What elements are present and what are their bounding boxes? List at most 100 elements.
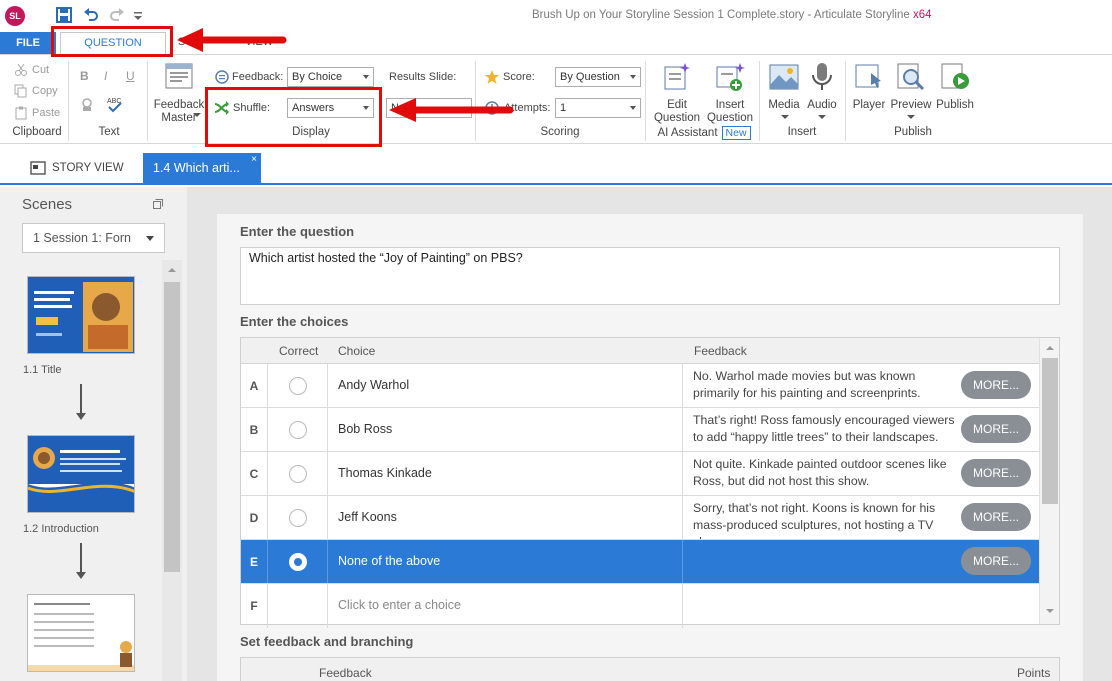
scenes-title: Scenes bbox=[22, 196, 73, 213]
feedback-icon bbox=[215, 70, 229, 84]
choice-text[interactable]: None of the above bbox=[328, 540, 683, 583]
window-title: Brush Up on Your Storyline Session 1 Com… bbox=[532, 9, 932, 21]
choice-letter: A bbox=[241, 364, 268, 407]
header-points: Points bbox=[1017, 666, 1051, 680]
clipboard-group-label: Clipboard bbox=[12, 126, 62, 138]
insert-question-button[interactable]: Insert Question bbox=[704, 61, 756, 125]
scroll-down-icon[interactable] bbox=[1046, 608, 1054, 614]
story-view-label: STORY VIEW bbox=[52, 162, 124, 174]
chevron-down-icon bbox=[630, 106, 636, 110]
choice-text[interactable]: Jeff Koons bbox=[328, 496, 683, 539]
slide-thumbnail[interactable] bbox=[27, 594, 135, 672]
choice-row-c[interactable]: C Thomas Kinkade Not quite. Kinkade pain… bbox=[241, 452, 1039, 496]
text-style-icon[interactable] bbox=[79, 97, 95, 113]
ai-assistant-label: AI Assistant bbox=[657, 127, 718, 139]
copy-button[interactable]: Copy bbox=[14, 84, 58, 98]
choice-row-f[interactable]: F Click to enter a choice bbox=[241, 584, 1039, 628]
choice-row-d[interactable]: D Jeff Koons Sorry, that’s not right. Ko… bbox=[241, 496, 1039, 540]
insert-question-label-2: Question bbox=[706, 112, 754, 124]
scrollbar-thumb[interactable] bbox=[164, 282, 180, 572]
player-button[interactable]: Player bbox=[850, 61, 888, 112]
slide-thumbnail-quiz-image bbox=[28, 595, 134, 671]
choice-text[interactable]: Bob Ross bbox=[328, 408, 683, 451]
choice-row-b[interactable]: B Bob Ross That’s right! Ross famously e… bbox=[241, 408, 1039, 452]
choice-row-e[interactable]: E None of the above MORE... bbox=[241, 540, 1039, 584]
choice-row-a[interactable]: A Andy Warhol No. Warhol made movies but… bbox=[241, 364, 1039, 408]
spell-check-icon[interactable]: ABC bbox=[106, 95, 124, 115]
choice-text[interactable]: Thomas Kinkade bbox=[328, 452, 683, 495]
scrollbar-thumb[interactable] bbox=[1042, 358, 1058, 504]
document-tabs: STORY VIEW 1.4 Which arti... × bbox=[0, 153, 1112, 185]
ribbon-separator bbox=[645, 61, 646, 141]
edit-question-button[interactable]: Edit Question bbox=[651, 61, 703, 125]
slide-label: 1.2 Introduction bbox=[23, 523, 99, 535]
more-button[interactable]: MORE... bbox=[961, 503, 1031, 531]
ribbon-separator bbox=[845, 61, 846, 141]
correct-radio[interactable] bbox=[289, 421, 307, 439]
choices-section-title: Enter the choices bbox=[240, 314, 349, 329]
scene-select[interactable]: 1 Session 1: Forn bbox=[22, 223, 165, 253]
paste-button[interactable]: Paste bbox=[14, 106, 60, 120]
feedback-label: Feedback: bbox=[232, 71, 284, 83]
flow-arrow bbox=[76, 543, 86, 579]
player-label: Player bbox=[852, 99, 886, 111]
tab-file[interactable]: FILE bbox=[0, 32, 56, 54]
tab-story-view[interactable]: STORY VIEW bbox=[30, 161, 124, 175]
tab-active-slide[interactable]: 1.4 Which arti... × bbox=[143, 153, 261, 184]
undo-icon[interactable] bbox=[82, 6, 100, 24]
bold-button[interactable]: B bbox=[80, 69, 89, 83]
more-button[interactable]: MORE... bbox=[961, 459, 1031, 487]
choice-feedback[interactable] bbox=[683, 584, 1039, 628]
correct-radio-selected[interactable] bbox=[289, 553, 307, 571]
collapse-panel-icon[interactable] bbox=[153, 199, 163, 209]
attempts-dropdown[interactable]: 1 bbox=[555, 98, 641, 118]
add-choice-placeholder[interactable]: Click to enter a choice bbox=[328, 584, 683, 628]
preview-button[interactable]: Preview bbox=[889, 61, 933, 112]
close-icon[interactable]: × bbox=[251, 144, 257, 175]
chevron-down-icon bbox=[907, 115, 915, 119]
ribbon-separator bbox=[68, 61, 69, 141]
scenes-scrollbar[interactable] bbox=[162, 260, 182, 681]
audio-button[interactable]: Audio bbox=[804, 61, 840, 112]
slide-thumbnail[interactable] bbox=[27, 276, 135, 354]
publish-group-label: Publish bbox=[894, 126, 932, 138]
scroll-up-icon[interactable] bbox=[1046, 345, 1054, 351]
header-feedback: Feedback bbox=[694, 344, 747, 358]
scene-select-value: 1 Session 1: Forn bbox=[33, 231, 131, 245]
correct-radio[interactable] bbox=[289, 377, 307, 395]
correct-radio[interactable] bbox=[289, 465, 307, 483]
publish-button[interactable]: Publish bbox=[934, 61, 976, 112]
star-icon bbox=[485, 70, 499, 84]
media-button[interactable]: Media bbox=[765, 61, 803, 112]
score-dropdown[interactable]: By Question bbox=[555, 67, 641, 87]
cut-button[interactable]: Cut bbox=[14, 63, 49, 77]
scroll-up-icon[interactable] bbox=[168, 267, 176, 273]
customize-toolbar-icon[interactable] bbox=[133, 6, 143, 24]
audio-label: Audio bbox=[807, 99, 837, 111]
score-label: Score: bbox=[503, 71, 535, 83]
question-input[interactable]: Which artist hosted the “Joy of Painting… bbox=[240, 247, 1060, 305]
choices-scrollbar[interactable] bbox=[1039, 338, 1059, 624]
more-button[interactable]: MORE... bbox=[961, 371, 1031, 399]
more-button[interactable]: MORE... bbox=[961, 415, 1031, 443]
attempts-dropdown-value: 1 bbox=[560, 102, 567, 114]
save-icon[interactable] bbox=[55, 6, 73, 24]
window-title-text: Brush Up on Your Storyline Session 1 Com… bbox=[532, 9, 910, 21]
edit-question-ai-icon bbox=[664, 63, 690, 90]
correct-radio[interactable] bbox=[289, 509, 307, 527]
choice-letter: F bbox=[241, 584, 268, 628]
paste-label: Paste bbox=[32, 107, 61, 119]
slide-thumbnail[interactable] bbox=[27, 435, 135, 513]
preview-label: Preview bbox=[890, 99, 932, 111]
choice-text[interactable]: Andy Warhol bbox=[328, 364, 683, 407]
question-section-title: Enter the question bbox=[240, 224, 355, 239]
underline-button[interactable]: U bbox=[126, 69, 135, 83]
question-editor: Enter the question Which artist hosted t… bbox=[187, 187, 1112, 681]
feedback-dropdown[interactable]: By Choice bbox=[287, 67, 374, 87]
italic-button[interactable]: I bbox=[104, 69, 107, 83]
chevron-down-icon bbox=[818, 115, 826, 119]
user-avatar[interactable]: SL bbox=[5, 6, 25, 26]
redo-icon[interactable] bbox=[108, 6, 126, 24]
more-button[interactable]: MORE... bbox=[961, 547, 1031, 575]
slide-label: 1.1 Title bbox=[23, 364, 62, 376]
